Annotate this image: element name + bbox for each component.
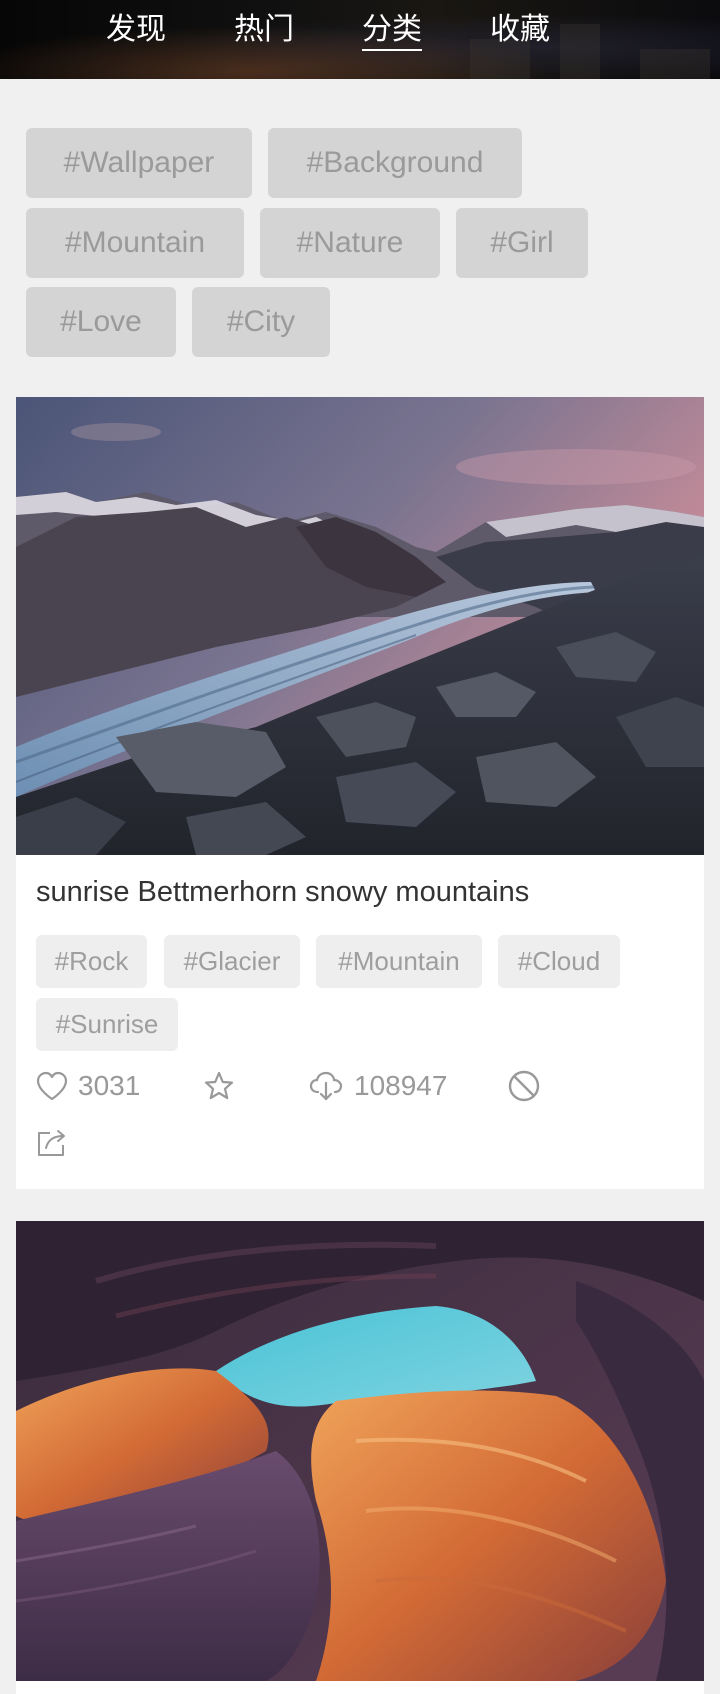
canyon-photo [16,1221,704,1681]
share-button[interactable] [36,1122,68,1162]
category-tag-nature[interactable]: #Nature [260,208,440,278]
favorite-button[interactable] [203,1066,235,1106]
tab-label: 发现 [106,12,166,47]
download-count: 108947 [354,1070,448,1101]
cloud-download-icon [309,1071,343,1101]
tag-chip-cloud[interactable]: #Cloud [498,935,620,988]
wallpaper-card [16,1221,704,1694]
like-button[interactable]: 3031 [36,1066,140,1106]
block-icon [508,1070,540,1102]
download-button[interactable]: 108947 [308,1066,447,1106]
share-icon [38,1130,65,1156]
category-tag-wallpaper[interactable]: #Wallpaper [26,128,252,198]
tab-discover[interactable]: 发现 [91,10,181,50]
category-tag-girl[interactable]: #Girl [456,208,588,278]
wallpaper-title: sunrise Bettmerhorn snowy mountains [36,876,530,908]
like-count: 3031 [78,1070,141,1101]
category-tag-mountain[interactable]: #Mountain [26,208,244,278]
top-navigation-bar: 发现 热门 分类 收藏 [0,0,720,79]
tab-label: 分类 [362,12,422,51]
tab-categories[interactable]: 分类 [347,10,437,51]
tab-hot[interactable]: 热门 [219,10,309,50]
category-tabs: 发现 热门 分类 收藏 [0,0,720,79]
category-tag-love[interactable]: #Love [26,287,176,357]
tag-chip-rock[interactable]: #Rock [36,935,147,988]
tab-label: 收藏 [490,12,550,47]
category-tag-city[interactable]: #City [192,287,330,357]
tag-chip-sunrise[interactable]: #Sunrise [36,998,178,1051]
tag-chip-glacier[interactable]: #Glacier [164,935,300,988]
glacier-mountain-photo [16,397,704,855]
tab-label: 热门 [234,12,294,47]
wallpaper-image[interactable] [16,1221,704,1681]
tab-favorites[interactable]: 收藏 [475,10,565,50]
star-icon [204,1071,234,1100]
wallpaper-card: sunrise Bettmerhorn snowy mountains #Roc… [16,397,704,1189]
wallpaper-image[interactable] [16,397,704,855]
tag-chip-mountain[interactable]: #Mountain [316,935,482,988]
block-button[interactable] [507,1066,541,1106]
heart-icon [36,1071,68,1101]
category-tag-background[interactable]: #Background [268,128,522,198]
